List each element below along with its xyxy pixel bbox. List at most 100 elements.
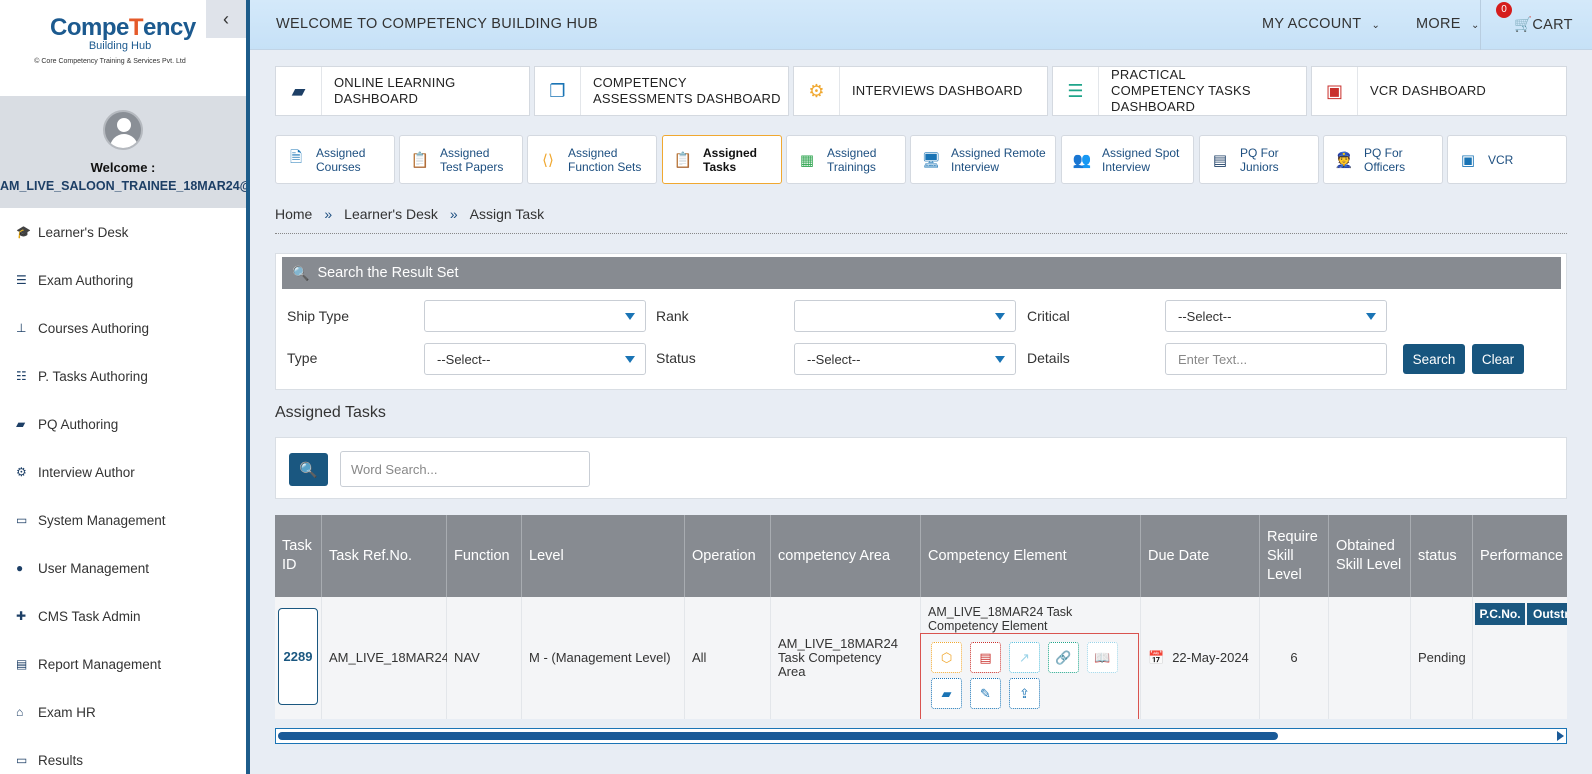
details-placeholder: Enter Text... <box>1178 352 1248 367</box>
caret-down-icon <box>625 313 635 320</box>
status-cell: Pending <box>1411 597 1473 719</box>
tab-label: PQ For Juniors <box>1240 145 1279 174</box>
open-book-action-button[interactable]: 📖 <box>1087 642 1118 673</box>
tab-label: Assigned Tasks <box>703 145 758 174</box>
tab-pq-for-officers[interactable]: 👮 PQ For Officers <box>1323 135 1443 184</box>
sidebar-item-label: User Management <box>38 560 150 576</box>
column-header: status <box>1411 515 1473 597</box>
pq-juniors-icon: ▤ <box>1212 151 1228 169</box>
search-icon: 🔍 <box>292 264 310 281</box>
search-button[interactable]: Search <box>1403 344 1465 374</box>
tab-assigned-tasks[interactable]: 📋 Assigned Tasks <box>662 135 782 184</box>
sidebar-collapse-button[interactable]: ‹ <box>206 0 246 38</box>
tab-vcr[interactable]: ▣ VCR <box>1447 135 1567 184</box>
rank-label: Rank <box>656 308 689 324</box>
cart-icon: 🛒 <box>1514 17 1533 33</box>
sidebar-item-system-management[interactable]: ▭ System Management <box>0 496 246 544</box>
brand-name-part: ency <box>143 14 196 41</box>
tab-assigned-remote-interview[interactable]: 🖥 Assigned Remote Interview <box>910 135 1056 184</box>
sidebar-item-cms-task-admin[interactable]: ✚ CMS Task Admin <box>0 592 246 640</box>
scrollbar-thumb[interactable] <box>278 732 1278 740</box>
details-input[interactable]: Enter Text... <box>1165 343 1387 375</box>
sidebar-item-label: CMS Task Admin <box>38 608 141 624</box>
external-link-action-button[interactable]: ↗ <box>1009 642 1040 673</box>
edit-icon: ✎ <box>980 685 991 701</box>
id-card-action-button[interactable]: ▤ <box>970 642 1001 673</box>
my-account-menu[interactable]: MY ACCOUNT ⌄ <box>1262 16 1380 32</box>
breadcrumb-separator: » <box>324 206 333 222</box>
bank-icon: ⌂ <box>16 705 24 719</box>
breadcrumb-learners-desk-link[interactable]: Learner's Desk <box>344 206 438 222</box>
page-welcome-title: WELCOME TO COMPETENCY BUILDING HUB <box>276 16 598 32</box>
critical-select[interactable]: --Select-- <box>1165 300 1387 332</box>
link-action-button[interactable]: 🔗 <box>1048 642 1079 673</box>
remote-interview-icon: 🖥 <box>921 151 941 169</box>
topbar-divider <box>1480 0 1481 50</box>
cart-link[interactable]: 🛒CART <box>1514 16 1573 33</box>
competency-assessments-dashboard-tile[interactable]: ❐ COMPETENCY ASSESSMENTS DASHBOARD <box>534 66 789 116</box>
sidebar-item-ptasks-authoring[interactable]: ☷ P. Tasks Authoring <box>0 352 246 400</box>
breadcrumb-divider <box>275 233 1567 234</box>
table-horizontal-scrollbar[interactable] <box>275 728 1567 744</box>
tab-assigned-function-sets[interactable]: ⟨⟩ Assigned Function Sets <box>527 135 657 184</box>
type-select[interactable]: --Select-- <box>424 343 646 375</box>
scroll-right-arrow-icon[interactable] <box>1557 731 1564 741</box>
tab-assigned-test-papers[interactable]: 📋 Assigned Test Papers <box>399 135 523 184</box>
brand-logo[interactable]: CompeTency Building Hub © Core Competenc… <box>34 14 196 65</box>
tab-assigned-spot-interview[interactable]: 👥 Assigned Spot Interview <box>1061 135 1194 184</box>
sidebar-item-report-management[interactable]: ▤ Report Management <box>0 640 246 688</box>
column-header: Operation <box>685 515 771 597</box>
word-search-placeholder: Word Search... <box>351 462 438 477</box>
upload-action-button[interactable]: ⇪ <box>1009 678 1040 709</box>
competency-element-text: AM_LIVE_18MAR24 Task Competency Element <box>928 605 1073 633</box>
clipboard-icon: 📋 <box>673 151 693 169</box>
breadcrumb-home-link[interactable]: Home <box>275 206 312 222</box>
interviews-dashboard-tile[interactable]: ⚙ INTERVIEWS DASHBOARD <box>793 66 1048 116</box>
sidebar-item-courses-authoring[interactable]: ⊥ Courses Authoring <box>0 304 246 352</box>
caret-down-icon <box>995 356 1005 363</box>
sidebar-item-learners-desk[interactable]: 🎓 Learner's Desk <box>0 208 246 256</box>
gears-icon: ⚙ <box>794 67 840 115</box>
sidebar-item-user-management[interactable]: ● User Management <box>0 544 246 592</box>
list-icon: ☰ <box>16 273 27 287</box>
video-file-icon: ▣ <box>1312 67 1358 115</box>
tab-pq-for-juniors[interactable]: ▤ PQ For Juniors <box>1199 135 1319 184</box>
sidebar-item-exam-authoring[interactable]: ☰ Exam Authoring <box>0 256 246 304</box>
cube-action-button[interactable]: ⬡ <box>931 642 962 673</box>
status-select[interactable]: --Select-- <box>794 343 1016 375</box>
calendar-icon: 📅 <box>1148 650 1165 665</box>
edit-action-button[interactable]: ✎ <box>970 678 1001 709</box>
ship-type-select[interactable] <box>424 300 646 332</box>
tab-assigned-courses[interactable]: 🗎 Assigned Courses <box>275 135 395 184</box>
search-button-label: Search <box>1412 351 1456 367</box>
clear-button[interactable]: Clear <box>1472 344 1524 374</box>
tab-label: PQ For Officers <box>1364 145 1406 174</box>
welcome-label: Welcome : <box>90 160 156 175</box>
sidebar-item-exam-hr[interactable]: ⌂ Exam HR <box>0 688 246 736</box>
code-icon: ⟨⟩ <box>542 151 554 169</box>
chevron-down-icon: ⌄ <box>1471 20 1480 31</box>
dashboard-tile-label: COMPETENCY ASSESSMENTS DASHBOARD <box>593 75 781 106</box>
sidebar-item-results[interactable]: ▭ Results <box>0 736 246 774</box>
cart-count-badge: 0 <box>1496 2 1512 18</box>
task-id-link[interactable]: 2289 <box>278 608 318 705</box>
sidebar-item-interview-author[interactable]: ⚙ Interview Author <box>0 448 246 496</box>
rank-select[interactable] <box>794 300 1016 332</box>
breadcrumb-separator: » <box>449 206 458 222</box>
word-search-button[interactable]: 🔍 <box>289 453 328 486</box>
word-search-input[interactable]: Word Search... <box>340 451 590 487</box>
online-learning-dashboard-tile[interactable]: ▰ ONLINE LEARNING DASHBOARD <box>275 66 530 116</box>
column-header: Require Skill Level <box>1260 515 1329 597</box>
book-action-button[interactable]: ▰ <box>931 678 962 709</box>
sidebar-item-label: Interview Author <box>38 464 135 480</box>
more-menu[interactable]: MORE ⌄ <box>1416 16 1480 32</box>
practical-competency-tasks-dashboard-tile[interactable]: ☰ PRACTICAL COMPETENCY TASKS DASHBOARD <box>1052 66 1307 116</box>
brand-copyright: © Core Competency Training & Services Pv… <box>34 58 186 65</box>
sidebar-item-pq-authoring[interactable]: ▰ PQ Authoring <box>0 400 246 448</box>
sidebar-item-label: Report Management <box>38 656 162 672</box>
type-label: Type <box>287 350 318 366</box>
tab-assigned-trainings[interactable]: ▦ Assigned Trainings <box>786 135 906 184</box>
vcr-dashboard-tile[interactable]: ▣ VCR DASHBOARD <box>1311 66 1567 116</box>
avatar <box>103 110 143 150</box>
graduation-cap-icon: 🎓 <box>16 225 31 239</box>
